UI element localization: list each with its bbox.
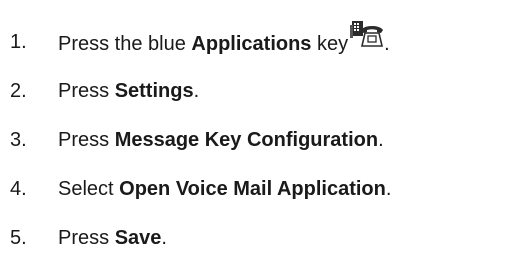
step-keyword: Save: [114, 227, 162, 249]
step-suffix: .: [161, 227, 167, 249]
step-keyword: Applications: [191, 33, 312, 55]
step-keyword: Message Key Configuration: [114, 129, 379, 151]
step-text: Press Save.: [58, 224, 167, 252]
step-suffix: .: [193, 80, 200, 102]
step-text: Press Message Key Configuration.: [58, 126, 384, 154]
step-prefix: Press the blue: [58, 33, 192, 55]
step-suffix: .: [378, 129, 384, 151]
step-prefix: Press: [58, 227, 115, 249]
step-prefix: Press: [58, 80, 115, 102]
step-number: 4.: [10, 178, 27, 200]
step-number: 1.: [10, 31, 27, 53]
step-text: Select Open Voice Mail Application.: [58, 175, 391, 203]
step-text: Press Settings.: [58, 77, 199, 105]
step-prefix: Select: [58, 178, 120, 200]
step-suffix: .: [385, 178, 392, 200]
step-text: Press the blue Applications key .: [58, 21, 390, 58]
step-keyword: Open Voice Mail Application: [119, 178, 386, 200]
step-keyword: Settings: [114, 80, 194, 102]
step-suffix: key: [311, 33, 349, 55]
step-number: 2.: [10, 80, 27, 102]
step-prefix: Press: [58, 129, 115, 151]
applications-key-icon: [350, 20, 384, 48]
step-end: .: [384, 33, 390, 55]
instruction-list: 1. Press the blue Applications key . 2. …: [0, 0, 506, 258]
step-number: 5.: [10, 227, 27, 249]
step-number: 3.: [10, 129, 27, 151]
